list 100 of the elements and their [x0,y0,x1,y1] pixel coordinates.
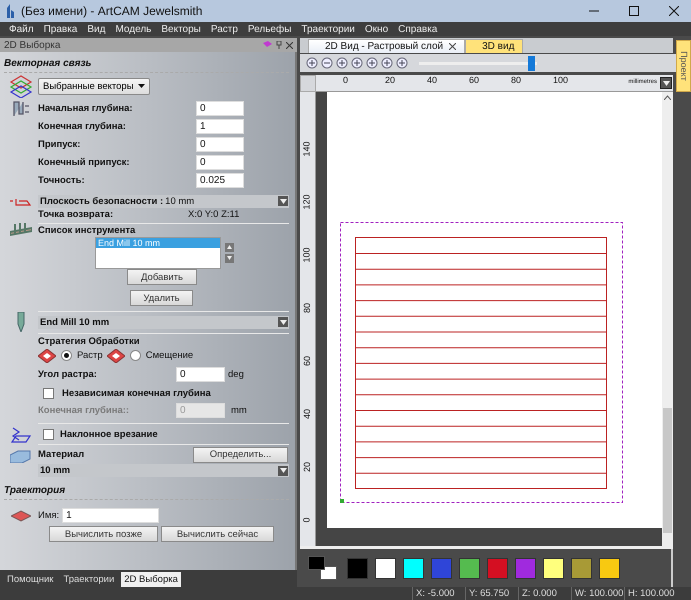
calculate-button[interactable]: Вычислить сейчас [161,526,274,542]
ruler-label: 60 [302,356,312,366]
unit-label: deg [228,368,244,380]
vertical-scrollbar[interactable] [662,92,673,546]
color-swatch[interactable] [599,558,620,578]
menu-item[interactable]: Справка [393,24,442,34]
radio-button[interactable] [130,350,141,361]
name-label: Имя: [38,510,60,520]
color-swatch[interactable] [487,558,508,578]
scroll-thumb[interactable] [663,408,672,533]
scroll-up-icon[interactable] [664,95,671,100]
checkbox[interactable] [43,428,54,440]
radio-label: Растр [77,350,103,361]
panel-title: 2D Выборка [4,40,62,50]
color-swatch[interactable] [543,558,564,578]
safety-select[interactable]: Плоскость безопасности : 10 mm [38,194,289,208]
ruler-label: 60 [469,75,480,85]
number-field[interactable]: 0 [196,154,244,170]
raster-diamond-icon [38,348,56,362]
caret-icon [280,198,286,204]
tool-select[interactable]: End Mill 10 mm [38,316,289,328]
field-label: Конечная глубина: [38,120,127,132]
field-label: Начальная глубина: [38,102,134,114]
close-icon[interactable] [449,43,456,50]
end-mill-icon [17,312,25,332]
menu-item[interactable]: Файл [4,24,39,34]
menu-item[interactable]: Правка [38,24,82,34]
menu-item[interactable]: Вид [82,24,110,34]
color-swatch[interactable] [347,558,368,578]
move-down-button[interactable] [225,254,234,262]
field-label: Конечная глубина:: [38,404,130,416]
menu-item[interactable]: Рельефы [242,24,296,34]
view-tab[interactable]: 3D вид [465,39,524,53]
ruler-label: 80 [511,75,522,85]
section-heading: Векторная связь [4,58,289,73]
material-label: Материал [38,449,86,460]
menu-item[interactable]: Окно [360,24,394,34]
name-field[interactable]: 1 [62,508,160,522]
field-label: Точность: [38,174,86,186]
menu-item[interactable]: Растр [206,24,243,34]
color-swatch[interactable] [571,558,592,578]
number-field[interactable]: 1 [196,118,244,134]
ruler-label: 140 [302,140,312,156]
section-heading: Траектория [4,485,289,500]
ruler-label: 40 [302,408,312,418]
view-tab[interactable]: 2D Вид - Растровый слой [308,39,466,53]
remove-button[interactable]: Удалить [130,290,193,306]
caret-icon [138,84,145,88]
color-swatch[interactable] [431,558,452,578]
ruler-label: 20 [302,462,312,472]
ruler-label: 120 [302,194,312,210]
panel-tab[interactable]: 2D Выборка [121,572,181,587]
color-swap-icon[interactable] [308,556,338,580]
menu-item[interactable]: Векторы [156,24,206,34]
ruler-corner [300,75,316,92]
checkbox-label: Наклонное врезание [60,428,158,440]
zoom-in-icon[interactable] [306,57,318,69]
ruler-label: 40 [427,75,438,85]
menu-item[interactable]: Модель [110,24,156,34]
number-field[interactable]: 0 [196,100,244,116]
menu-item[interactable]: Траектории [296,24,360,34]
vector-select[interactable]: Выбранные векторы [38,78,150,94]
status-field: Z: 0.000 [518,587,571,600]
ruler-label: 100 [553,75,570,85]
material-select[interactable]: 10 mm [38,464,289,477]
color-swatch[interactable] [375,558,396,578]
field-label: Припуск: [38,138,82,150]
return-point-label: Точка возврата: [38,209,114,220]
ruler-label: 100 [302,246,312,262]
color-swatch[interactable] [459,558,480,578]
radio-button[interactable] [61,350,72,361]
color-swatch[interactable] [515,558,536,578]
raster-diamond-icon [106,348,125,362]
number-field[interactable]: 0.025 [196,172,244,188]
calculate-button[interactable]: Вычислить позже [49,526,158,542]
side-tab[interactable]: Проект [676,40,691,92]
tool-list-heading: Список инструмента [38,224,136,236]
panel-tab[interactable]: Траектории [60,572,118,587]
move-up-button[interactable] [225,242,234,252]
field-label: Конечный припуск: [38,156,131,168]
ruler-label: 20 [385,75,396,85]
define-button[interactable]: Определить... [193,446,288,462]
checkbox[interactable] [43,388,54,398]
window-title: (Без имени) - ArtCAM Jewelsmith [21,4,204,18]
caret-icon [280,468,286,473]
strategy-heading: Стратегия Обработки [38,336,140,346]
add-button[interactable]: Добавить [127,269,197,285]
units-button[interactable] [660,77,672,89]
tool-rack-icon [10,222,32,238]
unit-label: mm [231,404,247,416]
number-field[interactable]: 0 [196,136,244,152]
zoom-slider[interactable] [419,56,537,70]
slider-thumb[interactable] [528,56,536,70]
ruler-label: 0 [343,75,350,85]
caret-icon [280,320,286,324]
angle-field[interactable]: 0 [176,366,225,382]
panel-tab[interactable]: Помощник [4,572,56,587]
zoom-out-icon[interactable] [321,57,333,69]
color-swatch[interactable] [403,558,424,578]
app-logo-icon [5,4,15,18]
